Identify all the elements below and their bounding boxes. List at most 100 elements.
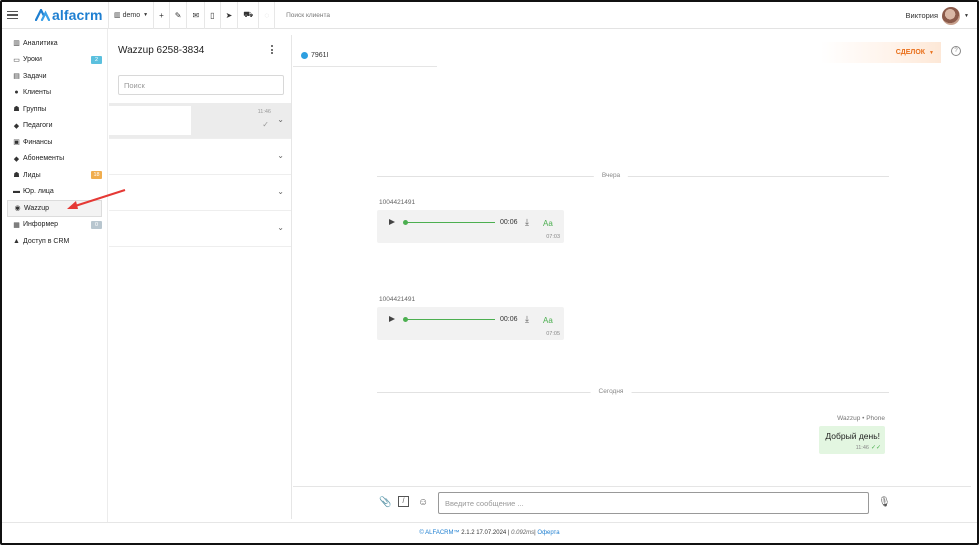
sidebar-item-label: Задачи [23, 72, 47, 80]
chevron-down-icon[interactable]: ⌄ [277, 151, 284, 160]
transcribe-button[interactable]: Аа [543, 316, 553, 325]
cart-icon: ⛟ [243, 10, 254, 19]
message-sender: 1004421491 [379, 296, 416, 303]
more-options-icon[interactable] [271, 45, 273, 54]
user-menu[interactable]: Виктория ▼ [906, 2, 969, 29]
wrench-icon: ✎ [174, 10, 182, 20]
message-input[interactable]: Введите сообщение ... [438, 492, 869, 514]
menu-icon[interactable] [7, 10, 25, 20]
sidebar-item-label: Абонементы [23, 155, 65, 163]
template-icon[interactable]: / [398, 496, 409, 507]
chevron-down-icon[interactable]: ⌄ [277, 187, 284, 196]
sidebar-item[interactable]: ◆ Абонементы [2, 151, 107, 168]
mail-button[interactable]: ✉ [186, 2, 204, 29]
inform-icon: ▦ [13, 221, 20, 229]
sidebar-item-label: Клиенты [23, 89, 52, 97]
briefcase-icon: ▬ [13, 188, 20, 196]
sidebar-item[interactable]: ▣ Финансы [2, 134, 107, 151]
paperclip-icon[interactable]: 📎 [379, 497, 391, 508]
count-badge: 0 [91, 220, 102, 229]
sidebar-item[interactable]: ☗ Группы [2, 101, 107, 118]
sidebar-item[interactable]: ▦ Информер 0 [2, 217, 107, 234]
contact-phone-number: 7961I [311, 52, 329, 59]
audio-message: 00:06 ⤓ Аа 07:03 [377, 210, 564, 243]
cart-button[interactable]: ⛟ [237, 2, 258, 29]
download-icon[interactable]: ⤓ [525, 314, 529, 325]
sidebar-item[interactable]: ● Клиенты [2, 85, 107, 102]
message-text: Добрый день! [825, 431, 880, 441]
check-icon: ✓ [262, 120, 269, 129]
footer-timing: 0.092ms [511, 530, 535, 536]
sidebar-item[interactable]: ▤ Задачи [2, 68, 107, 85]
chat-list-item[interactable]: ⌄ [109, 139, 291, 175]
top-bar: alfacrm ▥ demo ▼ + ✎ ✉ ▯ ➤ ⛟ ◌ Поиск кли… [2, 2, 977, 29]
loading-indicator: ◌ [258, 2, 274, 29]
offer-link[interactable]: Оферта [537, 530, 559, 536]
chat-list-item[interactable]: ⌄ [109, 175, 291, 211]
money-icon: ▣ [13, 139, 20, 147]
sidebar-item[interactable]: ◆ Педагоги [2, 118, 107, 135]
sidebar-item[interactable]: ▥ Аналитика [2, 35, 107, 52]
message-composer: 📎 / ☺ Введите сообщение ... 🎙 [293, 486, 971, 519]
count-badge: 18 [91, 171, 102, 179]
audio-duration: 00:06 [500, 316, 518, 323]
audio-progress-knob[interactable] [403, 220, 408, 225]
telegram-button[interactable]: ➤ [219, 2, 238, 29]
logo[interactable]: alfacrm [35, 2, 105, 29]
header-underline [293, 66, 437, 67]
sidebar-item[interactable]: ▭ Уроки 2 [2, 52, 107, 69]
sidebar-item-label: Аналитика [23, 39, 58, 47]
chat-list-item[interactable]: 11:46 ✓ ⌄ [109, 103, 291, 139]
play-icon[interactable] [389, 219, 395, 225]
sidebar-item[interactable]: ▬ Юр. лица [2, 184, 107, 201]
building-icon: ▥ [114, 12, 121, 19]
logo-text: alfacrm [52, 7, 103, 23]
footer-brand[interactable]: © ALFACRM™ [419, 530, 459, 536]
sidebar-item-label: Финансы [23, 138, 53, 146]
sidebar-item-label: Группы [23, 105, 47, 113]
contact-phone[interactable]: 7961I [301, 52, 329, 59]
tag-icon: ◆ [13, 155, 20, 163]
date-divider-label: Сегодня [590, 388, 632, 395]
sidebar-item-label: Юр. лица [23, 188, 54, 196]
audio-progress-knob[interactable] [403, 317, 408, 322]
sidebar-item[interactable]: ▲ Доступ в CRM [2, 233, 107, 250]
chevron-down-icon[interactable]: ⌄ [277, 115, 284, 124]
chat-search-input[interactable]: Поиск [118, 75, 284, 95]
audio-progress-track[interactable] [405, 319, 495, 320]
audio-message: 00:06 ⤓ Аа 07:05 [377, 307, 564, 340]
deals-dropdown[interactable]: СДЕЛОК ▼ [821, 42, 941, 63]
chevron-down-icon[interactable]: ⌄ [277, 223, 284, 232]
chat-time: 11:46 [257, 109, 271, 115]
sidebar-item[interactable]: ☗ Лиды 18 [2, 167, 107, 184]
message-time: 11:46 [855, 445, 869, 451]
client-search[interactable]: Поиск клиента [274, 2, 335, 29]
channel-title: Wazzup 6258-3834 [118, 44, 205, 56]
footer-separator: | [507, 530, 510, 536]
avatar [942, 6, 961, 25]
chat-window: 7961I СДЕЛОК ▼ ? Вчера 1004421491 00:06 … [293, 35, 971, 519]
branch-select[interactable]: ▥ demo ▼ [108, 2, 153, 29]
user-icon: ● [14, 89, 19, 97]
sidebar-item[interactable]: ◉ Wazzup [7, 200, 102, 217]
transcribe-button[interactable]: Аа [543, 219, 553, 228]
microphone-icon[interactable]: 🎙 [878, 497, 891, 508]
mail-icon: ✉ [192, 10, 200, 20]
emoji-icon[interactable]: ☺ [418, 497, 428, 508]
phone-button[interactable]: ▯ [204, 2, 219, 29]
add-button[interactable]: + [153, 2, 169, 29]
telegram-icon: ➤ [225, 10, 233, 20]
client-search-placeholder: Поиск клиента [286, 11, 331, 19]
deals-label: СДЕЛОК [895, 49, 926, 56]
audio-progress-track[interactable] [405, 222, 495, 223]
outgoing-message: Добрый день! 11:46 ✓✓ [819, 426, 885, 454]
chat-list-item[interactable]: ⌄ [109, 211, 291, 247]
calendar-icon: ▭ [13, 56, 20, 64]
message-input-placeholder: Введите сообщение ... [445, 498, 524, 508]
play-icon[interactable] [389, 316, 395, 322]
help-icon[interactable]: ? [951, 46, 961, 56]
settings-button[interactable]: ✎ [168, 2, 187, 29]
footer-separator: | [534, 530, 536, 536]
download-icon[interactable]: ⤓ [525, 217, 529, 228]
chat-list-panel: Wazzup 6258-3834 Поиск 11:46 ✓ ⌄ ⌄ ⌄ ⌄ [109, 35, 292, 519]
